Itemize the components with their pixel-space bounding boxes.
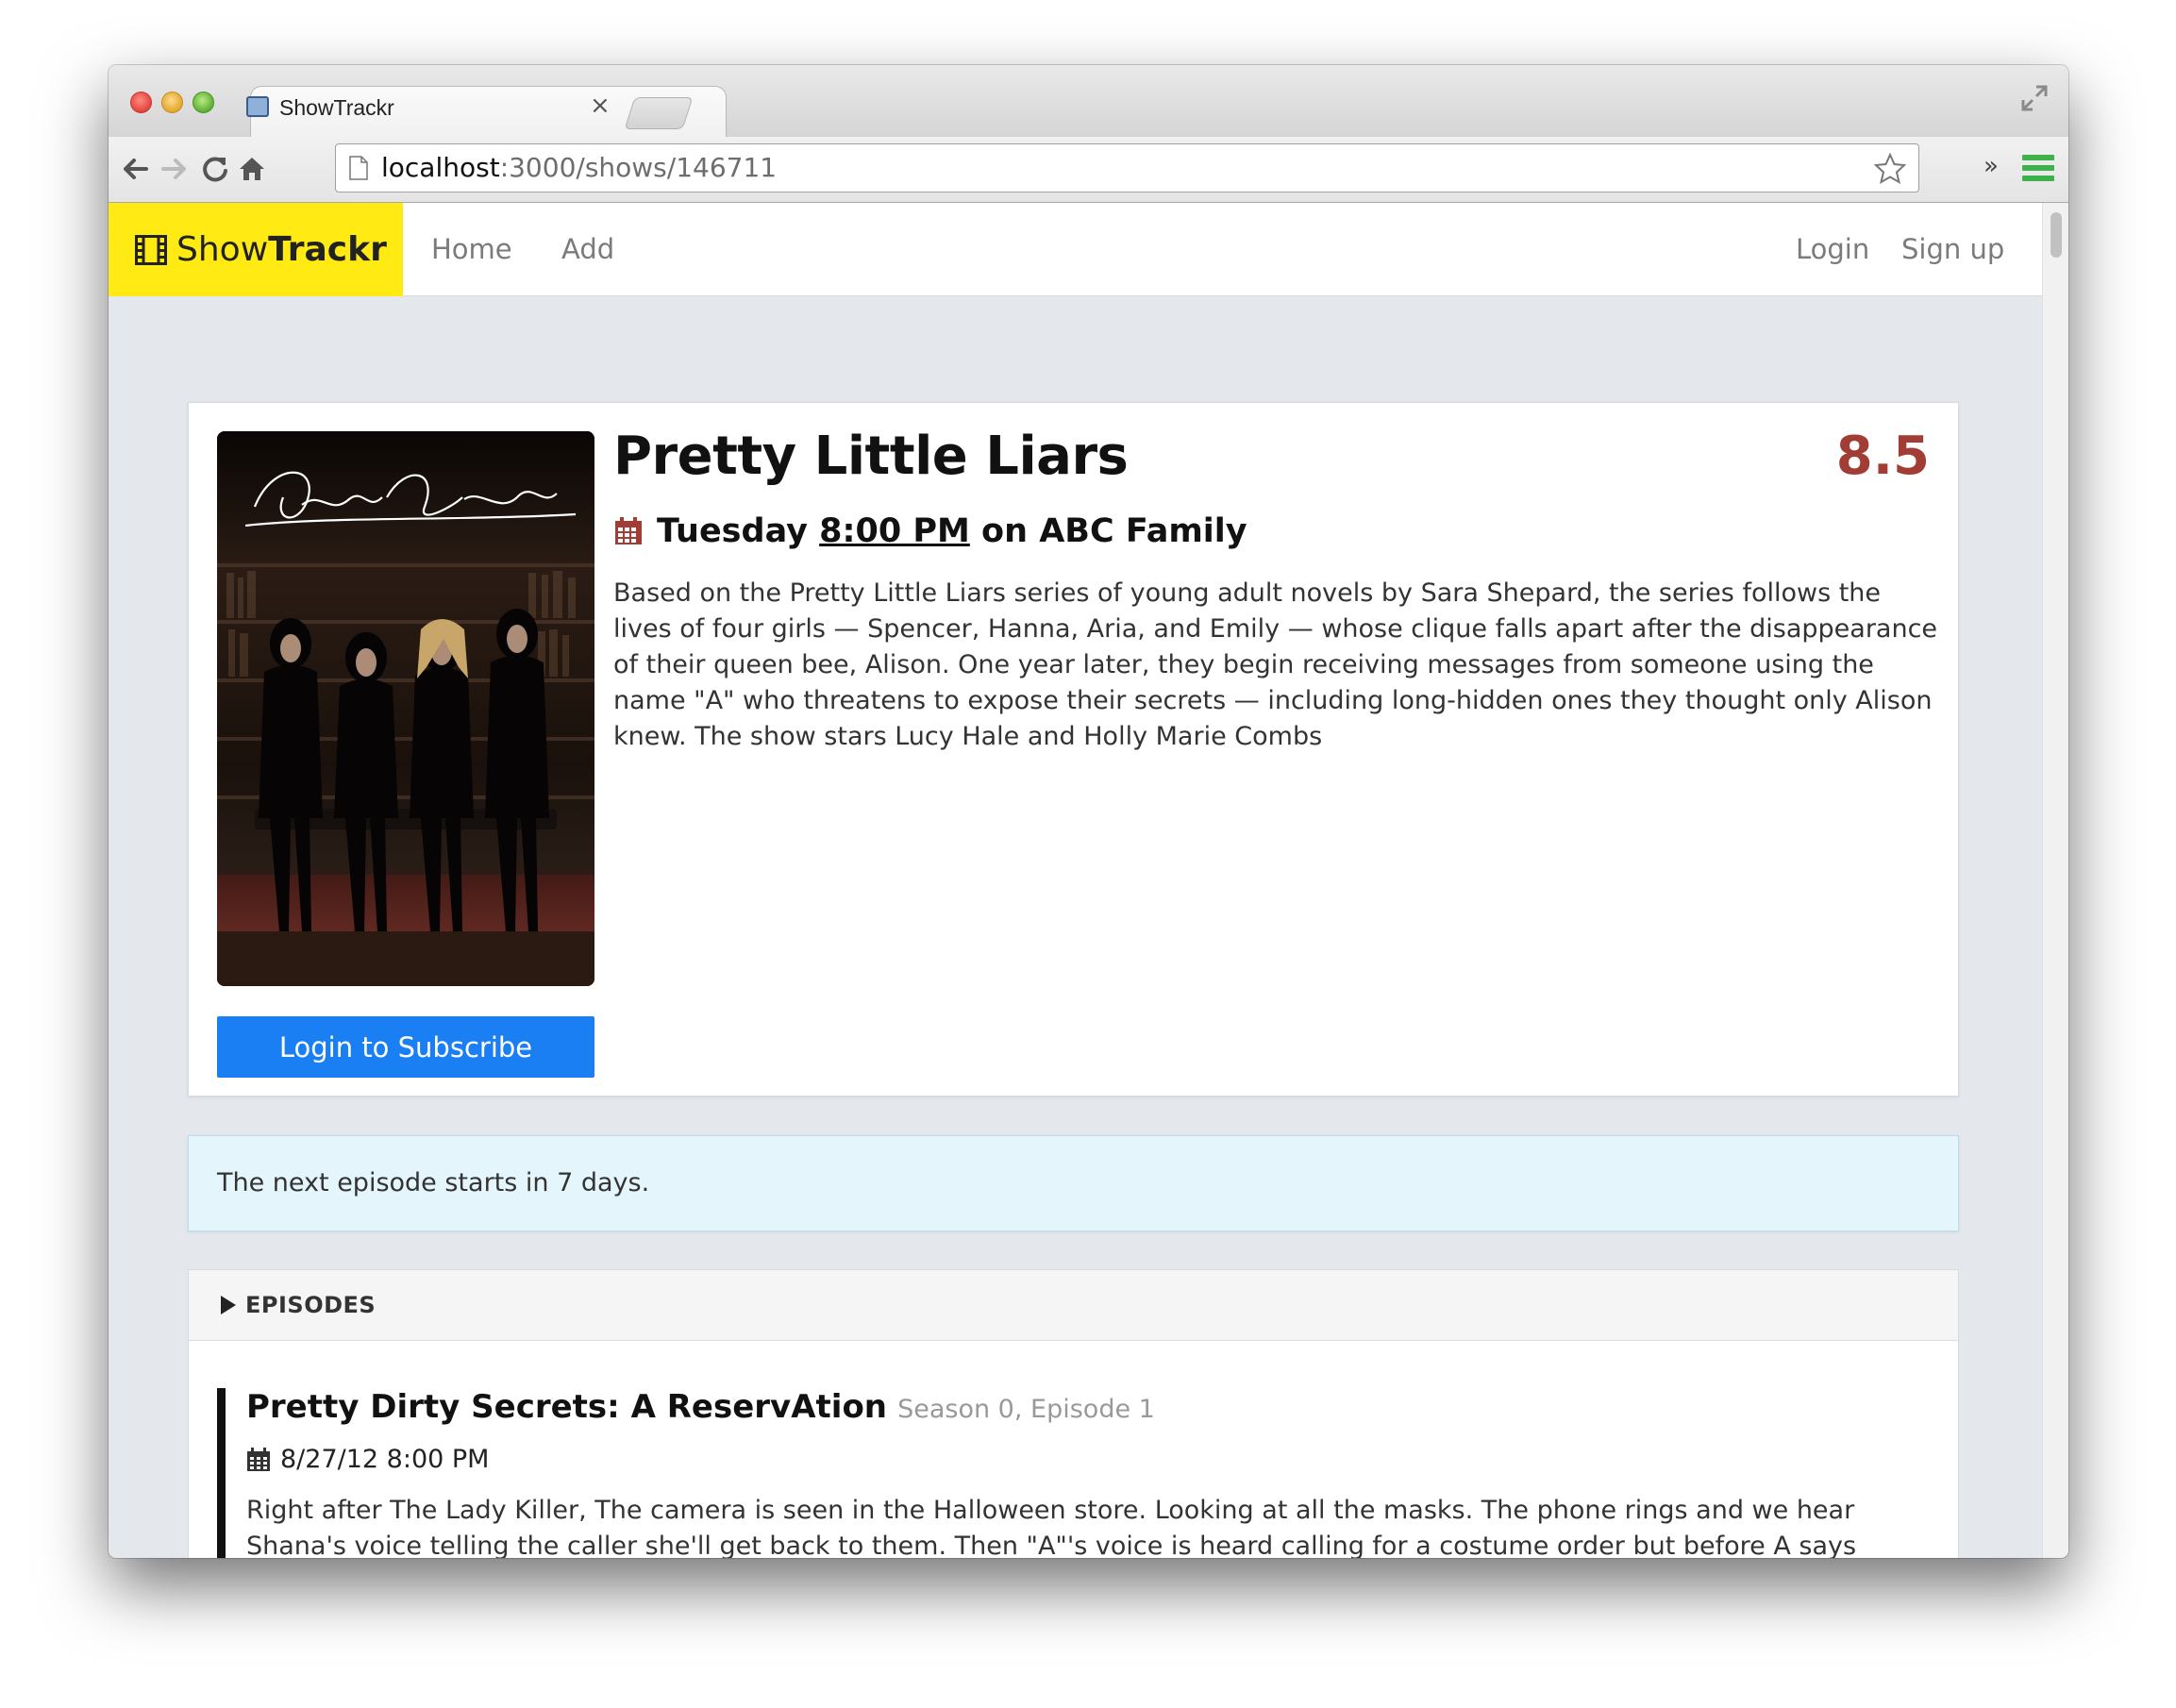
nav-link-add[interactable]: Add [561, 233, 614, 265]
zoom-window-button[interactable] [192, 92, 214, 113]
network-prefix: on [981, 512, 1029, 550]
show-title: Pretty Little Liars [613, 426, 1129, 487]
brand-logo[interactable]: Show Trackr [109, 203, 403, 296]
url-path: :3000/shows/146711 [499, 152, 778, 183]
bookmark-star-icon[interactable] [1873, 152, 1907, 186]
login-to-subscribe-button[interactable]: Login to Subscribe [217, 1016, 594, 1078]
calendar-icon [615, 517, 642, 544]
air-day: Tuesday [657, 512, 808, 550]
scrollbar-thumb[interactable] [2050, 212, 2062, 258]
air-time: 8:00 PM [819, 512, 970, 550]
tab-title[interactable]: ShowTrackr [279, 95, 394, 121]
episodes-panel-toggle[interactable]: EPISODES [189, 1270, 1958, 1341]
address-bar[interactable]: localhost:3000/shows/146711 [335, 143, 1919, 193]
episode-title: Pretty Dirty Secrets: A ReservAtion [246, 1388, 888, 1426]
show-detail-card: Login to Subscribe Pretty Little Liars 8… [188, 402, 1959, 1097]
show-overview: Based on the Pretty Little Liars series … [613, 578, 1938, 751]
browser-menu-icon[interactable] [2022, 155, 2054, 183]
url-text[interactable]: localhost:3000/shows/146711 [381, 152, 777, 183]
calendar-icon [247, 1447, 270, 1471]
air-schedule: Tuesday 8:00 PM on ABC Family [613, 512, 1247, 550]
page-scrollbar[interactable] [2042, 203, 2068, 1558]
page-icon [349, 156, 368, 180]
nav-link-home[interactable]: Home [431, 233, 512, 265]
extensions-overflow-icon[interactable]: » [1984, 152, 1999, 180]
page-viewport: Show Trackr Home Add Login Sign up Login… [109, 203, 2068, 1558]
brand-name-bold: Trackr [268, 230, 387, 269]
episode-season-number: Season 0, Episode 1 [897, 1395, 1155, 1424]
show-poster [217, 431, 594, 986]
browser-window: ShowTrackr × localhost:3000/shows/146711… [109, 65, 2068, 1558]
screenshot-canvas: ShowTrackr × localhost:3000/shows/146711… [0, 0, 2176, 1708]
nav-link-signup[interactable]: Sign up [1901, 233, 2004, 265]
back-arrow-icon[interactable] [116, 150, 154, 188]
brand-name-regular: Show [176, 230, 269, 269]
url-host: localhost [381, 152, 500, 183]
episode-date: 8/27/12 8:00 PM [280, 1445, 490, 1474]
minimize-window-button[interactable] [161, 92, 183, 113]
next-episode-alert: The next episode starts in 7 days. [188, 1135, 1959, 1231]
site-navbar: Show Trackr Home Add Login Sign up [109, 203, 2042, 296]
fullscreen-icon[interactable] [2020, 84, 2049, 112]
page-favicon-icon [246, 96, 269, 117]
show-rating: 8.5 [1835, 426, 1930, 487]
nav-link-login[interactable]: Login [1796, 233, 1869, 265]
episode-overview: Right after The Lady Killer, The camera … [246, 1496, 1857, 1558]
episode-item: Pretty Dirty Secrets: A ReservAtion Seas… [217, 1388, 1934, 1558]
home-icon[interactable] [233, 150, 271, 188]
episodes-heading: EPISODES [245, 1292, 377, 1318]
episodes-panel: EPISODES Pretty Dirty Secrets: A ReservA… [188, 1269, 1959, 1558]
network-name: ABC Family [1039, 512, 1247, 550]
browser-toolbar: localhost:3000/shows/146711 » [109, 137, 2068, 203]
close-window-button[interactable] [130, 92, 152, 113]
tab-close-icon[interactable]: × [590, 92, 611, 120]
reload-icon[interactable] [196, 150, 234, 188]
tab-strip: ShowTrackr × [109, 65, 2068, 137]
triangle-right-icon [221, 1296, 236, 1314]
film-icon [135, 234, 167, 265]
new-tab-button[interactable] [624, 97, 694, 129]
forward-arrow-icon[interactable] [156, 150, 193, 188]
